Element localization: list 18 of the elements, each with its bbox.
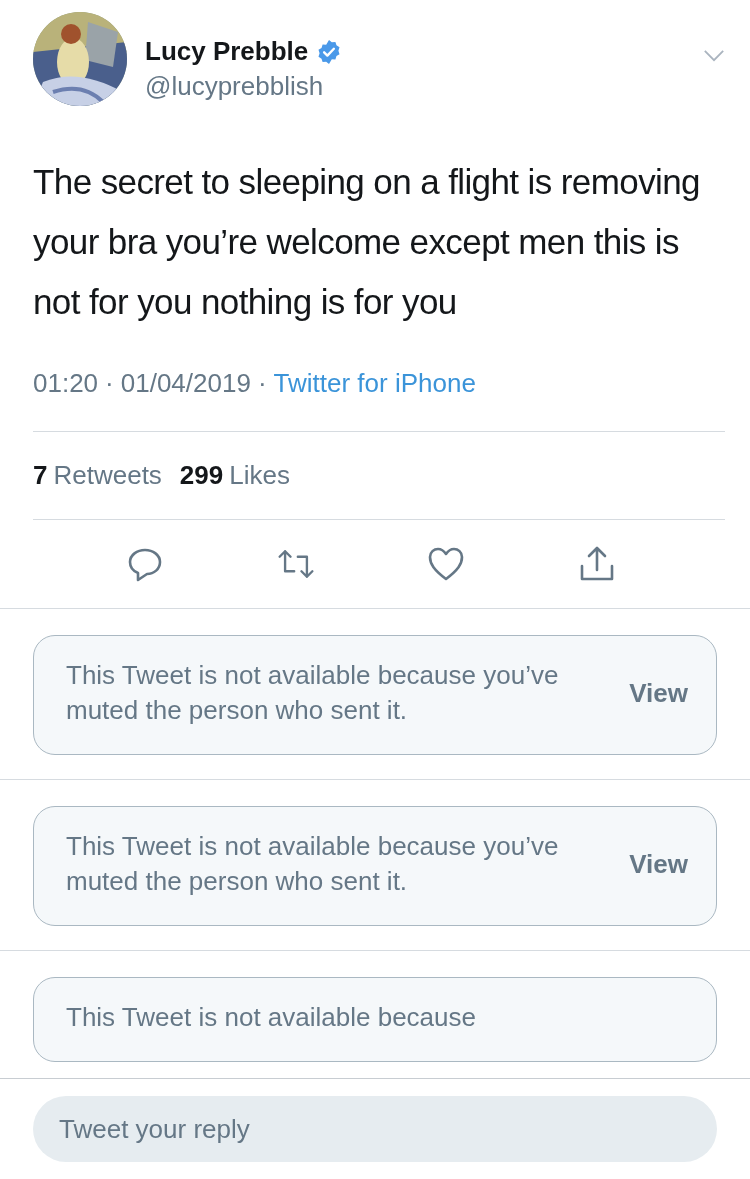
muted-message: This Tweet is not available because bbox=[66, 1001, 477, 1034]
muted-message: This Tweet is not available because you’ve muted the person who sent it. bbox=[66, 659, 560, 727]
author-name[interactable]: Lucy Prebble bbox=[145, 36, 309, 67]
view-button[interactable]: View bbox=[629, 677, 688, 709]
source-link[interactable]: Twitter for iPhone bbox=[273, 368, 476, 399]
muted-message: This Tweet is not available because you’ve muted the person who sent it. bbox=[66, 830, 560, 898]
separator: · bbox=[105, 368, 114, 399]
view-button[interactable]: View bbox=[629, 848, 688, 880]
author-handle: @lucyprebblish bbox=[145, 71, 325, 102]
tweet-text: The secret to sleeping on a flight is removing your bra you’re welcome except men this is not for you nothing is for you bbox=[33, 161, 701, 323]
tweet-time: 01:20 bbox=[33, 368, 99, 399]
stat-count: 7 bbox=[33, 460, 48, 491]
stat-label[interactable]: Retweets bbox=[53, 460, 162, 491]
stat-label[interactable]: Likes bbox=[229, 460, 290, 491]
reply-field[interactable]: Tweet your reply bbox=[33, 1096, 717, 1162]
separator: · bbox=[257, 368, 267, 399]
tweet-date: 01/04/2019 bbox=[120, 368, 251, 399]
stat-count: 299 bbox=[179, 460, 224, 491]
